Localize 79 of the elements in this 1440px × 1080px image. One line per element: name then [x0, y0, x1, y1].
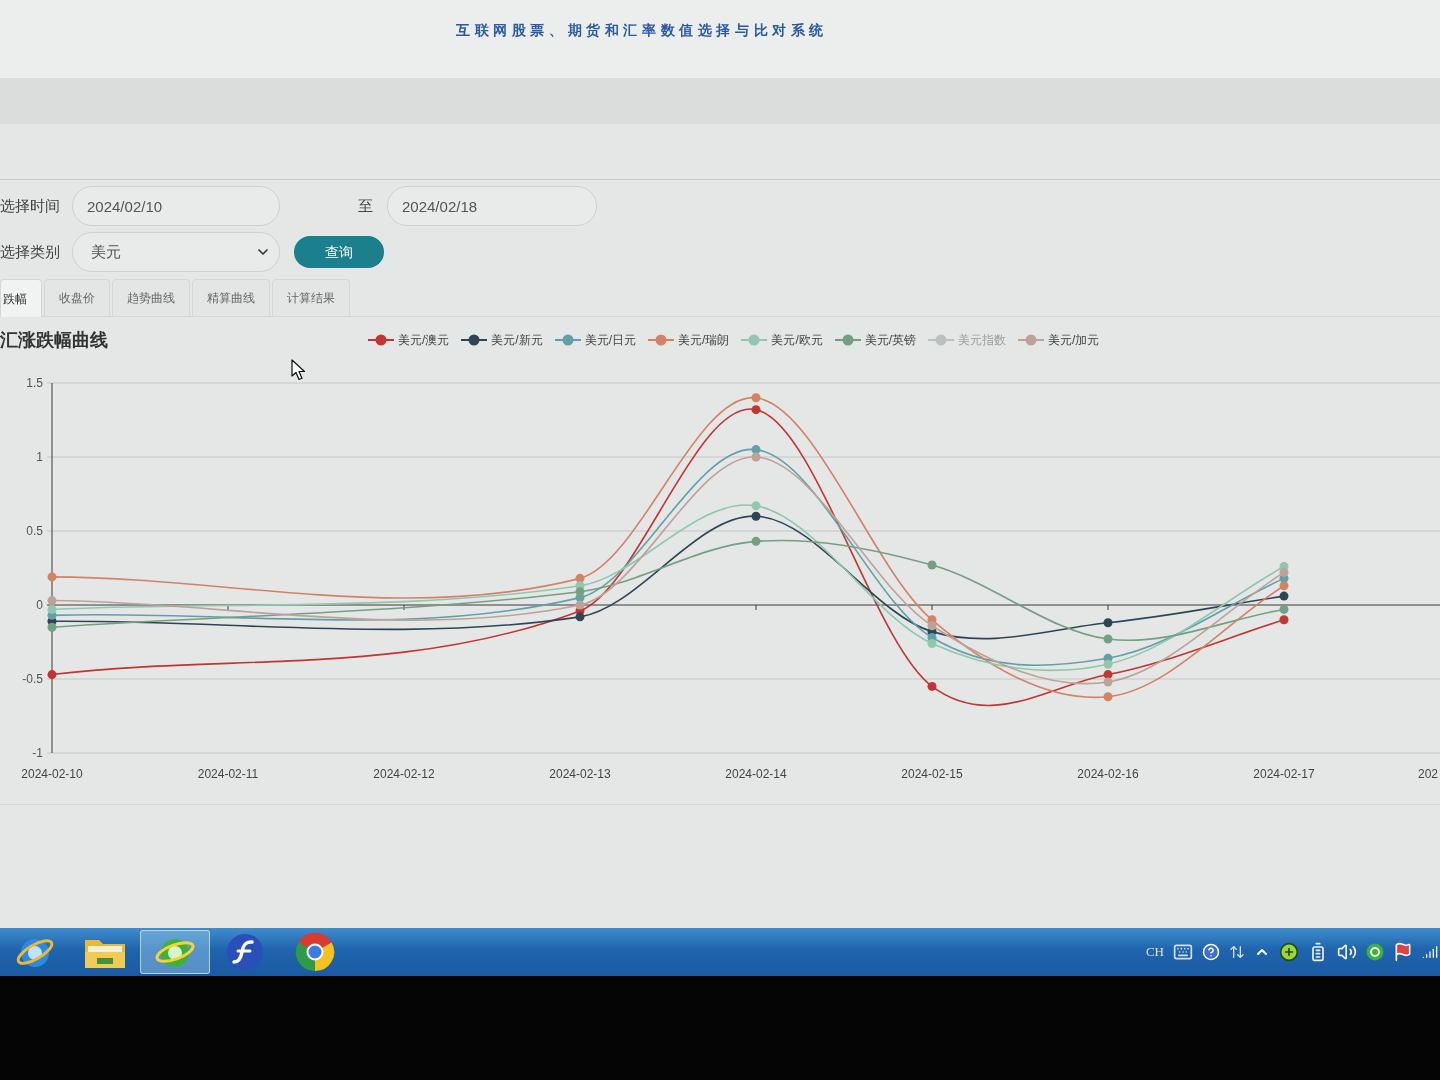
legend-item[interactable]: 美元/英镑 — [834, 331, 917, 349]
tab[interactable]: 跌幅 — [0, 279, 42, 317]
data-point — [47, 572, 57, 582]
data-point — [1103, 634, 1113, 644]
data-point — [575, 600, 585, 610]
data-point — [751, 393, 761, 403]
data-point — [751, 405, 761, 415]
data-point — [575, 612, 585, 622]
data-point — [47, 622, 57, 632]
keyboard-icon[interactable] — [1173, 942, 1193, 962]
legend-item[interactable]: 美元/澳元 — [368, 331, 450, 349]
x-axis-label: 2024-02-12 — [373, 767, 435, 781]
data-point — [47, 596, 57, 606]
start-date-input[interactable]: 2024/02/10 — [72, 186, 280, 226]
language-indicator[interactable]: CH — [1145, 942, 1164, 962]
category-label: 选择类别 — [0, 241, 61, 262]
y-axis-label: -1 — [32, 746, 43, 760]
data-point — [1279, 604, 1289, 614]
x-axis-label: 2024-02-14 — [725, 767, 787, 781]
plus-disc-icon[interactable] — [1279, 942, 1299, 962]
data-point — [1279, 615, 1289, 625]
legend-item[interactable]: 美元/欧元 — [741, 331, 823, 349]
data-point — [751, 445, 761, 455]
tab[interactable]: 精算曲线 — [192, 279, 270, 317]
data-point — [1279, 581, 1289, 591]
data-point — [1103, 659, 1113, 669]
tab[interactable]: 收盘价 — [44, 279, 110, 317]
query-button[interactable]: 查询 — [294, 236, 384, 268]
legend-item[interactable]: 美元/瑞朗 — [648, 331, 730, 349]
data-point — [751, 511, 761, 521]
chart-title: 汇涨跌幅曲线 — [0, 328, 109, 352]
legend-item[interactable]: 美元/加元 — [1018, 331, 1100, 349]
x-axis-label: 202 — [1417, 767, 1438, 781]
y-axis-label: 1 — [36, 450, 43, 464]
data-point — [927, 560, 937, 570]
data-point — [927, 639, 937, 648]
y-axis-label: 0 — [36, 598, 43, 612]
data-point — [47, 604, 57, 614]
data-point — [1279, 567, 1289, 577]
data-point — [751, 501, 761, 511]
speaker-icon[interactable] — [1337, 942, 1357, 962]
data-point — [1103, 677, 1113, 687]
end-date-input[interactable]: 2024/02/18 — [387, 186, 597, 226]
signal-bars-icon[interactable] — [1422, 944, 1438, 960]
data-point — [927, 621, 937, 631]
x-axis-label: 2024-02-11 — [197, 767, 259, 781]
data-point — [927, 681, 937, 691]
data-point — [751, 452, 761, 462]
data-point — [1103, 692, 1113, 702]
category-select[interactable]: 美元 — [72, 232, 280, 272]
date-label: 选择时间 — [0, 195, 61, 216]
tricolor-wheel-icon — [294, 931, 336, 973]
x-axis-label: 2024-02-16 — [1077, 767, 1139, 781]
data-point — [47, 670, 57, 680]
help-icon[interactable] — [1202, 943, 1220, 961]
data-point — [751, 536, 761, 546]
mouse-pointer-icon — [291, 359, 306, 381]
data-point — [575, 573, 585, 583]
x-axis-label: 2024-02-15 — [901, 767, 963, 781]
updown-arrows-icon[interactable] — [1229, 944, 1245, 960]
x-axis-label: 2024-02-17 — [1253, 767, 1315, 781]
legend-item[interactable]: 美元/新元 — [461, 331, 543, 349]
data-point — [575, 587, 585, 597]
y-axis-label: -0.5 — [22, 672, 43, 686]
tab[interactable]: 趋势曲线 — [112, 279, 190, 317]
x-axis-label: 2024-02-13 — [549, 767, 611, 781]
y-axis-label: 1.5 — [26, 376, 43, 390]
x-axis-label: 2024-02-10 — [21, 767, 83, 781]
data-point — [1103, 670, 1113, 680]
range-separator: 至 — [358, 195, 373, 216]
swoosh-disc-icon — [225, 932, 265, 972]
data-point — [1103, 618, 1113, 628]
system-title: 互联网股票、期货和汇率数值选择与比对系统 — [456, 21, 828, 40]
legend-item[interactable]: 美元/日元 — [554, 331, 637, 349]
tab[interactable]: 计算结果 — [272, 279, 350, 317]
y-axis-label: 0.5 — [26, 524, 43, 538]
flag-icon[interactable] — [1393, 942, 1413, 962]
round-badge-icon[interactable] — [1366, 943, 1384, 961]
data-point — [1279, 591, 1289, 601]
